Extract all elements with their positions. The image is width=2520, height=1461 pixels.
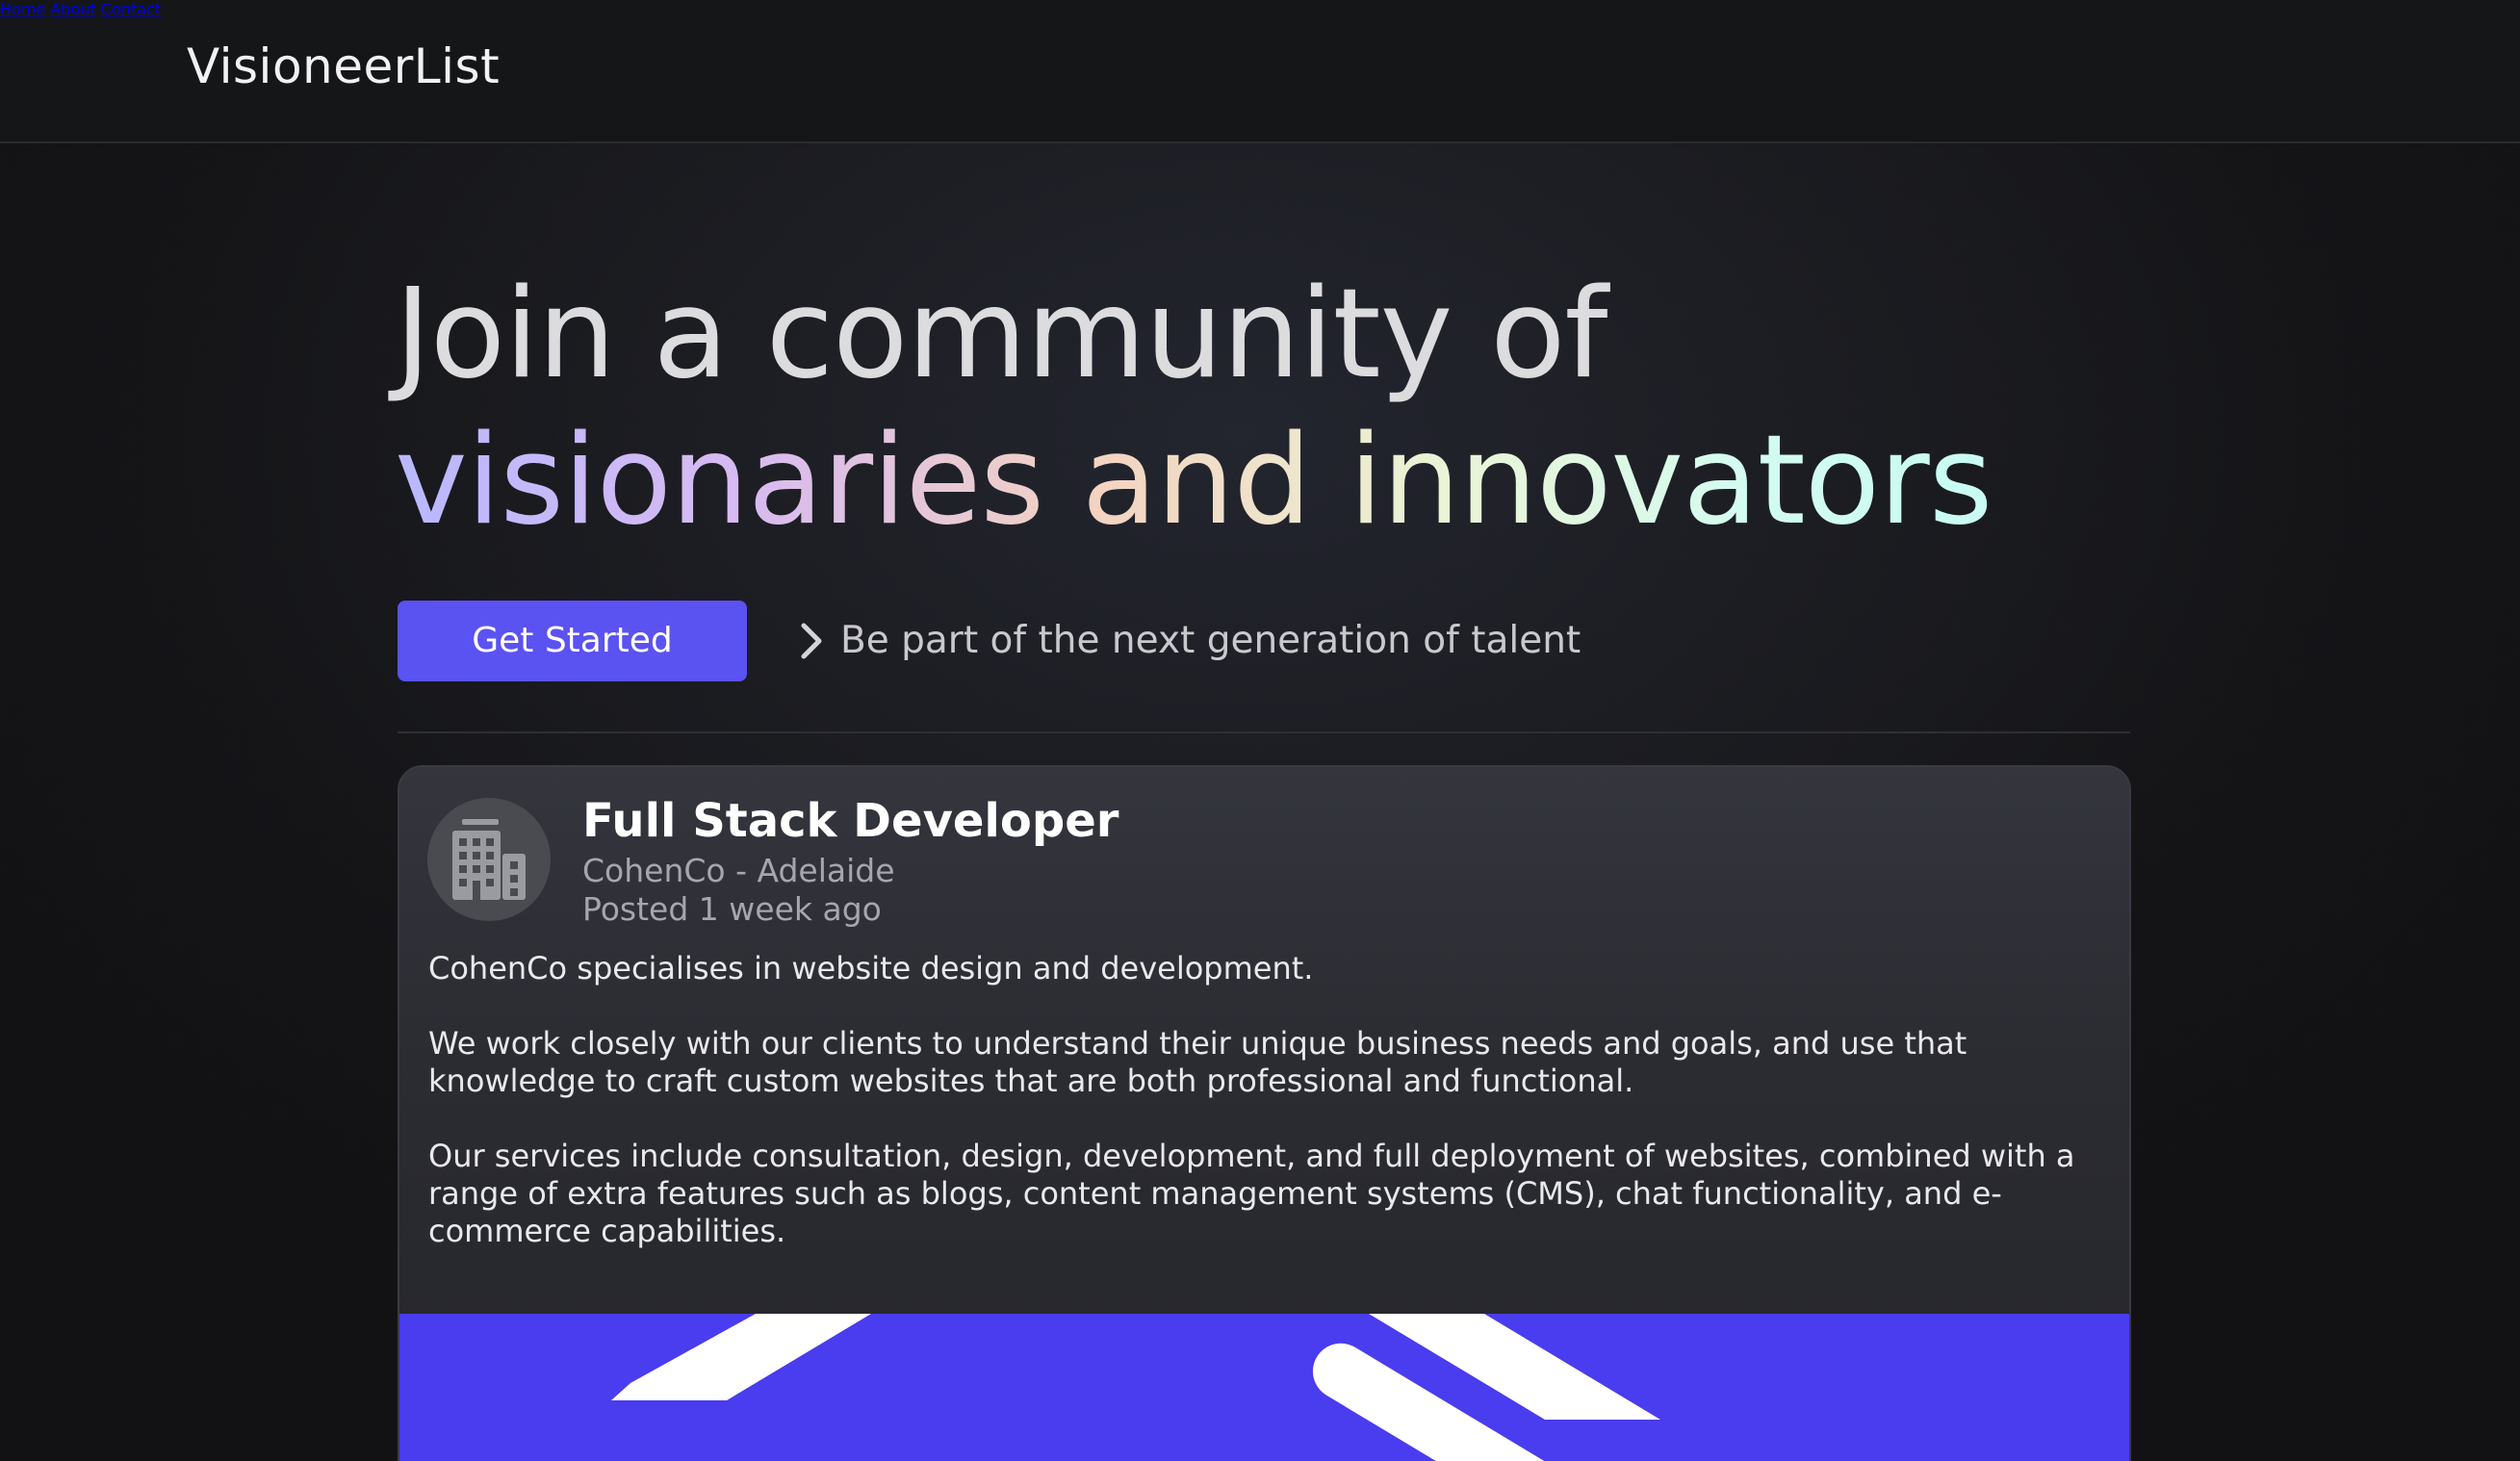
- job-description: CohenCo specialises in website design an…: [428, 950, 2103, 1250]
- brand-logo[interactable]: VisioneerList: [187, 37, 500, 96]
- company-banner-graphic: [611, 1314, 1660, 1461]
- nav-about-link[interactable]: About: [50, 0, 95, 18]
- job-description-paragraph: Our services include consultation, desig…: [428, 1138, 2075, 1249]
- main-nav: Home About Contact: [0, 0, 2520, 18]
- job-company-location: CohenCo - Adelaide: [582, 852, 895, 889]
- job-card[interactable]: Full Stack Developer CohenCo - Adelaide …: [398, 765, 2131, 1461]
- hero-heading-gradient-line: visionaries and innovators: [395, 409, 1993, 552]
- building-icon: [452, 819, 526, 900]
- job-posted-time: Posted 1 week ago: [582, 890, 882, 928]
- hero-heading: Join a community of visionaries and inno…: [395, 262, 2224, 554]
- hero-heading-line1: Join a community of: [395, 263, 1607, 406]
- job-title[interactable]: Full Stack Developer: [582, 792, 1119, 850]
- nav-home-link[interactable]: Home: [0, 0, 45, 18]
- hero-tagline: Be part of the next generation of talent: [840, 619, 1581, 662]
- get-started-button[interactable]: Get Started: [398, 601, 747, 681]
- job-description-paragraph: CohenCo specialises in website design an…: [428, 950, 1314, 987]
- nav-contact-link[interactable]: Contact: [101, 0, 161, 18]
- company-banner-image: [399, 1314, 2129, 1461]
- job-description-paragraph: We work closely with our clients to unde…: [428, 1025, 1967, 1099]
- chevron-right-icon: [801, 623, 822, 659]
- company-avatar: [427, 798, 551, 921]
- section-divider: [398, 731, 2130, 733]
- top-navbar: VisioneerList Home About Contact: [0, 0, 2520, 143]
